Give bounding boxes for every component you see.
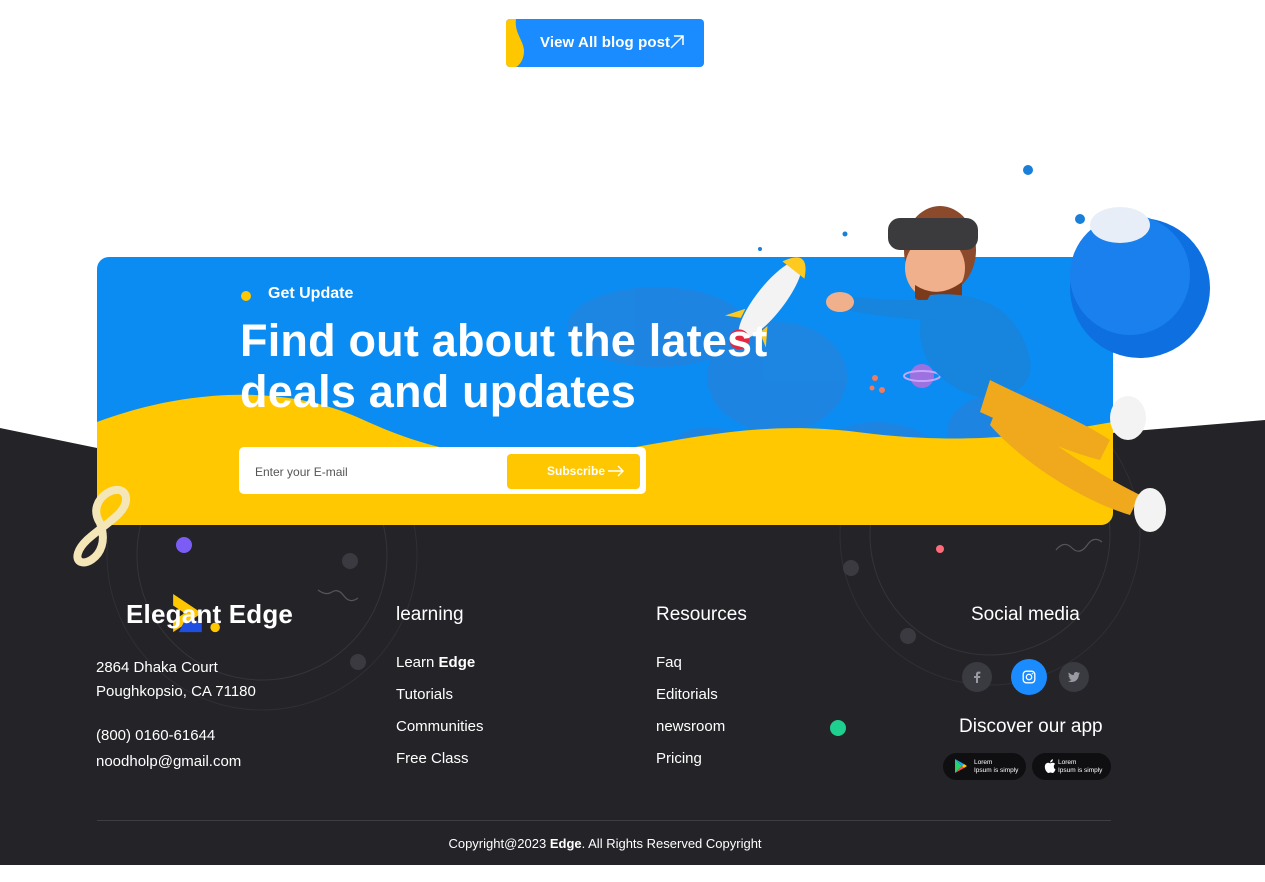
app-store-line-1: Lorem	[1058, 759, 1077, 766]
faq-link[interactable]: Faq	[656, 654, 682, 671]
copyright-prefix: Copyright@2023	[448, 836, 550, 851]
resources-title: Resources	[656, 604, 747, 625]
google-play-badge[interactable]: Lorem Ipsum is simply	[943, 753, 1026, 780]
address-line-2: Poughkopsio, CA 71180	[96, 683, 256, 700]
yellow-tab-shape	[506, 19, 524, 67]
free-class-link[interactable]: Free Class	[396, 750, 469, 767]
email-input[interactable]	[253, 460, 497, 484]
address-line-1: 2864 Dhaka Court	[96, 659, 218, 676]
get-update-label: Get Update	[268, 285, 354, 302]
get-update-dot	[241, 291, 251, 301]
google-play-text: Lorem Ipsum is simply	[974, 759, 1018, 774]
subscribe-label: Subscribe	[547, 464, 606, 478]
learn-edge-link[interactable]: Learn Edge	[396, 654, 475, 671]
copyright-text: Copyright@2023 Edge. All Rights Reserved…	[0, 836, 1210, 851]
footer-divider	[97, 820, 1111, 821]
phone-number[interactable]: (800) 0160-61644	[96, 727, 215, 744]
app-store-text: Lorem Ipsum is simply	[1058, 759, 1102, 774]
newsletter-headline: Find out about the latest deals and upda…	[240, 315, 800, 417]
communities-link[interactable]: Communities	[396, 718, 484, 735]
copyright-suffix: . All Rights Reserved Copyright	[581, 836, 762, 851]
view-all-blog-button[interactable]: View All blog post	[506, 19, 704, 67]
social-media-title: Social media	[971, 604, 1080, 625]
app-store-line-2: Ipsum is simply	[1058, 766, 1103, 774]
instagram-button[interactable]	[1011, 659, 1047, 695]
copyright-brand: Edge	[549, 836, 582, 851]
tutorials-link[interactable]: Tutorials	[396, 686, 453, 703]
facebook-button[interactable]	[962, 662, 992, 692]
apple-icon	[1044, 759, 1056, 773]
headline-line-2: deals and updates	[240, 366, 637, 417]
learning-title: learning	[396, 604, 464, 625]
discover-app-title: Discover our app	[959, 716, 1103, 737]
subscribe-button[interactable]: Subscribe	[507, 454, 640, 489]
editorials-link[interactable]: Editorials	[656, 686, 718, 703]
pricing-link[interactable]: Pricing	[656, 750, 702, 767]
view-all-blog-label: View All blog post	[540, 34, 671, 51]
twitter-icon	[1068, 672, 1080, 682]
facebook-icon	[974, 671, 981, 683]
learn-edge-bold: Edge	[438, 654, 476, 671]
arrow-up-right-icon	[670, 35, 684, 49]
google-play-line-2: Ipsum is simply	[974, 766, 1019, 774]
twitter-button[interactable]	[1059, 662, 1089, 692]
google-play-icon	[955, 759, 967, 773]
infinity-decoration	[73, 485, 130, 567]
email-address[interactable]: noodholp@gmail.com	[96, 753, 241, 770]
headline-line-1: Find out about the latest	[240, 315, 768, 366]
learn-edge-prefix: Learn	[396, 654, 439, 671]
subscribe-form: Subscribe	[239, 447, 646, 494]
brand-name: Elegant Edge	[126, 599, 294, 629]
google-play-line-1: Lorem	[974, 759, 993, 766]
newsroom-link[interactable]: newsroom	[656, 718, 725, 735]
arrow-right-icon	[608, 465, 624, 477]
instagram-icon	[1022, 670, 1036, 684]
app-store-badge[interactable]: Lorem Ipsum is simply	[1032, 753, 1111, 780]
